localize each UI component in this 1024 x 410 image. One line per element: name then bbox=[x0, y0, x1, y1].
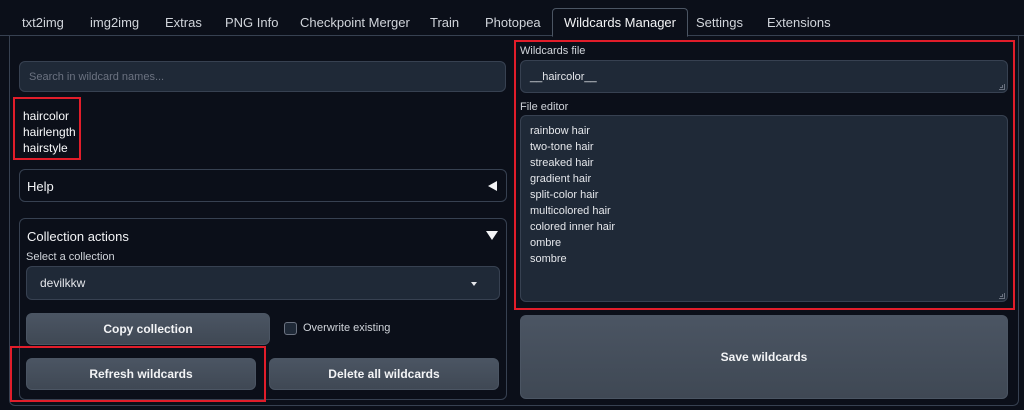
select-collection-label: Select a collection bbox=[26, 251, 115, 263]
chevron-down-icon bbox=[471, 282, 477, 286]
triangle-left-icon bbox=[488, 181, 497, 191]
editor-line: gradient hair bbox=[530, 173, 592, 185]
file-editor-label: File editor bbox=[520, 101, 569, 113]
wildcard-item-hairstyle[interactable]: hairstyle bbox=[23, 140, 76, 156]
delete-all-wildcards-button[interactable]: Delete all wildcards bbox=[269, 358, 499, 390]
overwrite-existing-label: Overwrite existing bbox=[303, 322, 391, 334]
wildcards-file-label: Wildcards file bbox=[520, 45, 586, 57]
editor-line: split-color hair bbox=[530, 189, 599, 201]
wildcard-item-hairlength[interactable]: hairlength bbox=[23, 124, 76, 140]
tab-img2img[interactable]: img2img bbox=[79, 9, 150, 37]
editor-line: multicolored hair bbox=[530, 205, 611, 217]
copy-collection-button[interactable]: Copy collection bbox=[26, 313, 270, 345]
tab-train[interactable]: Train bbox=[419, 9, 470, 37]
file-editor-content: rainbow hair two-tone hair streaked hair… bbox=[530, 123, 615, 267]
wildcard-item-haircolor[interactable]: haircolor bbox=[23, 108, 76, 124]
collection-select[interactable]: devilkkw bbox=[26, 266, 500, 300]
help-title: Help bbox=[27, 179, 54, 194]
tab-extras[interactable]: Extras bbox=[154, 9, 213, 37]
collection-actions-title[interactable]: Collection actions bbox=[27, 229, 129, 244]
editor-line: ombre bbox=[530, 237, 562, 249]
wildcards-file-value: __haircolor__ bbox=[530, 71, 597, 83]
wildcards-file-field[interactable]: __haircolor__ bbox=[520, 60, 1008, 93]
tab-extensions[interactable]: Extensions bbox=[756, 9, 842, 37]
tab-checkpoint-merger[interactable]: Checkpoint Merger bbox=[289, 9, 421, 37]
wildcard-list: haircolor hairlength hairstyle bbox=[23, 108, 76, 156]
editor-line: two-tone hair bbox=[530, 141, 594, 153]
triangle-down-icon[interactable] bbox=[486, 231, 498, 240]
refresh-wildcards-button[interactable]: Refresh wildcards bbox=[26, 358, 256, 390]
tab-wildcards-manager[interactable]: Wildcards Manager bbox=[552, 8, 688, 37]
tab-bar: txt2img img2img Extras PNG Info Checkpoi… bbox=[0, 0, 1024, 37]
tab-txt2img[interactable]: txt2img bbox=[11, 9, 75, 37]
tab-settings[interactable]: Settings bbox=[685, 9, 754, 37]
overwrite-existing-checkbox[interactable] bbox=[284, 322, 297, 335]
tab-png-info[interactable]: PNG Info bbox=[214, 9, 289, 37]
resize-handle-icon[interactable] bbox=[999, 293, 1005, 299]
help-accordion[interactable]: Help bbox=[19, 169, 507, 202]
tab-photopea[interactable]: Photopea bbox=[474, 9, 552, 37]
editor-line: streaked hair bbox=[530, 157, 594, 169]
editor-line: rainbow hair bbox=[530, 125, 590, 137]
save-wildcards-button[interactable]: Save wildcards bbox=[520, 315, 1008, 399]
editor-line: sombre bbox=[530, 253, 567, 265]
resize-handle-icon[interactable] bbox=[999, 84, 1005, 90]
file-editor-textarea[interactable]: rainbow hair two-tone hair streaked hair… bbox=[520, 115, 1008, 302]
editor-line: colored inner hair bbox=[530, 221, 615, 233]
wildcard-search-input[interactable] bbox=[19, 61, 506, 92]
collection-select-value: devilkkw bbox=[40, 276, 86, 290]
